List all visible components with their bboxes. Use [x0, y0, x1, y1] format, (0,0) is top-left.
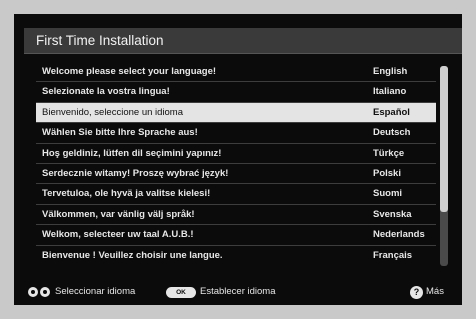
language-greeting: Hoş geldiniz, lütfen dil seçimini yapını…	[42, 147, 222, 159]
ok-key-icon: OK	[166, 286, 196, 298]
language-row[interactable]: Hoş geldiniz, lütfen dil seçimini yapını…	[36, 144, 436, 163]
language-name: Suomi	[373, 188, 403, 200]
select-hint-label: Seleccionar idioma	[55, 286, 136, 297]
scrollbar[interactable]	[440, 66, 448, 266]
language-row[interactable]: Wählen Sie bitte Ihre Sprache aus! Deutsc…	[36, 123, 436, 142]
confirm-hint-label: Establecer idioma	[200, 286, 276, 297]
select-hint: Seleccionar idioma	[28, 279, 135, 305]
more-hint: ? Más	[410, 279, 444, 305]
language-name: Svenska	[373, 208, 412, 220]
language-greeting: Welcome please select your language!	[42, 66, 217, 77]
language-greeting: Selezionate la vostra lingua!	[42, 86, 170, 98]
language-row[interactable]: Bienvenue ! Veuillez choisir une langue.…	[36, 246, 436, 265]
language-row[interactable]: Serdecznie witamy! Proszę wybrać język! P…	[36, 164, 436, 183]
language-row[interactable]: Welkom, selecteer uw taal A.U.B.! Nederla…	[36, 225, 436, 244]
info-key-icon: ?	[410, 285, 423, 299]
language-name: Nederlands	[373, 229, 425, 241]
language-greeting: Wählen Sie bitte Ihre Sprache aus!	[42, 127, 198, 139]
language-row[interactable]: Tervetuloa, ole hyvä ja valitse kielesi!…	[36, 184, 436, 203]
language-name: Español	[373, 106, 410, 118]
language-row[interactable]: Välkommen, var vänlig välj språk! Svenska	[36, 205, 436, 224]
language-greeting: Välkommen, var vänlig välj språk!	[42, 208, 195, 220]
language-list[interactable]: Welcome please select your language! Engl…	[36, 62, 436, 266]
language-name: Français	[373, 249, 413, 261]
scrollbar-thumb[interactable]	[440, 66, 448, 212]
language-row[interactable]: Bienvenido, seleccione un idioma Español	[36, 102, 436, 122]
confirm-hint: OK Establecer idioma	[166, 279, 276, 305]
language-row[interactable]: Welcome please select your language! Engl…	[36, 62, 436, 81]
language-greeting: Welkom, selecteer uw taal A.U.B.!	[42, 229, 194, 241]
language-greeting: Bienvenido, seleccione un idioma	[42, 106, 184, 118]
down-key-icon	[40, 287, 50, 297]
page-title: First Time Installation	[24, 28, 462, 54]
more-hint-label: Más	[426, 286, 444, 297]
language-name: Italiano	[373, 86, 407, 98]
language-greeting: Tervetuloa, ole hyvä ja valitse kielesi!	[42, 188, 211, 200]
language-greeting: Serdecznie witamy! Proszę wybrać język!	[42, 168, 229, 179]
language-greeting: Bienvenue ! Veuillez choisir une langue.	[42, 249, 223, 261]
up-key-icon	[28, 287, 38, 297]
language-name: Türkçe	[373, 147, 405, 159]
language-name: Deutsch	[373, 127, 411, 139]
language-name: English	[373, 66, 408, 77]
language-name: Polski	[373, 168, 401, 179]
footer-hints: Seleccionar idioma OK Establecer idioma …	[14, 279, 462, 305]
language-row[interactable]: Selezionate la vostra lingua! Italiano	[36, 82, 436, 101]
